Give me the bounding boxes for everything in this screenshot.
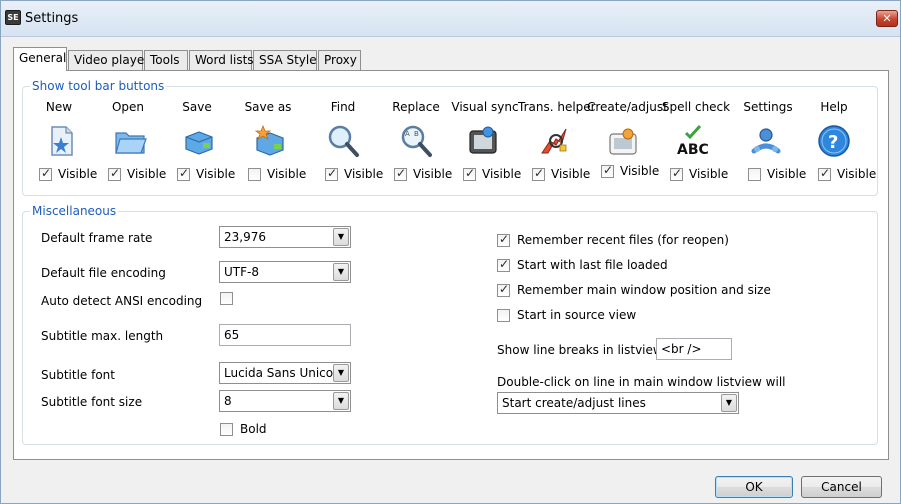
visible-checkbox[interactable] — [818, 166, 831, 181]
general-tab-panel: Show tool bar buttons New Visible Open — [13, 70, 889, 460]
create-adjust-icon — [609, 128, 637, 155]
tab-video-player[interactable]: Video player — [68, 50, 149, 70]
subtitle-font-label: Subtitle font — [41, 368, 115, 382]
auto-detect-checkbox[interactable] — [220, 292, 233, 305]
toolbar-label-new: New — [45, 100, 73, 114]
toolbar-item-new: New Visible — [23, 87, 99, 197]
toolbar-item-save-as: Save as Visible — [230, 87, 306, 197]
source-view-checkbox[interactable] — [497, 309, 510, 322]
cancel-button[interactable]: Cancel — [801, 476, 882, 498]
double-click-label: Double-click on line in main window list… — [497, 375, 786, 389]
visible-checkbox[interactable] — [748, 168, 761, 181]
toolbar-item-find: Find Visible — [299, 87, 383, 197]
toolbar-item-trans-helper: Trans. helper Visible — [506, 87, 596, 197]
new-file-icon — [51, 126, 73, 156]
tab-general[interactable]: General — [13, 47, 67, 71]
line-breaks-label: Show line breaks in listview as — [497, 343, 681, 357]
open-folder-icon — [115, 132, 147, 154]
file-encoding-value: UTF-8 — [224, 265, 259, 279]
tab-ssa-style[interactable]: SSA Style — [253, 50, 317, 70]
spell-check-icon: ABC — [677, 124, 709, 158]
line-breaks-input[interactable]: <br /> — [656, 338, 732, 360]
font-size-value: 8 — [224, 394, 232, 408]
toolbar-label-open: Open — [111, 100, 145, 114]
toolbar-item-create-adjust: Create/adjust Visible — [575, 87, 668, 197]
toolbar-label-save: Save — [182, 100, 212, 114]
svg-text:B: B — [414, 130, 419, 138]
start-last-label: Start with last file loaded — [517, 258, 668, 272]
tab-tools[interactable]: Tools — [144, 50, 188, 70]
bold-label: Bold — [240, 422, 267, 436]
chevron-down-icon[interactable]: ▼ — [721, 394, 737, 412]
start-last-checkbox[interactable] — [497, 257, 510, 272]
remember-recent-label: Remember recent files (for reopen) — [517, 233, 729, 247]
frame-rate-label: Default frame rate — [41, 231, 153, 245]
settings-icon — [751, 128, 781, 154]
remember-position-checkbox[interactable] — [497, 282, 510, 297]
magnifier-icon — [328, 125, 359, 157]
chevron-down-icon[interactable]: ▼ — [333, 364, 349, 382]
visible-checkbox[interactable] — [463, 166, 476, 181]
visible-checkbox[interactable] — [325, 166, 338, 181]
tab-proxy[interactable]: Proxy — [318, 50, 361, 70]
save-as-icon — [254, 124, 284, 156]
file-encoding-dropdown[interactable]: UTF-8 ▼ — [219, 261, 351, 283]
visible-checkbox[interactable] — [532, 166, 545, 181]
frame-rate-value: 23,976 — [224, 230, 266, 244]
toolbar-buttons-group: Show tool bar buttons New Visible Open — [22, 79, 878, 197]
chevron-down-icon[interactable]: ▼ — [333, 392, 349, 410]
font-size-label: Subtitle font size — [41, 395, 143, 409]
miscellaneous-group: Miscellaneous Default frame rate 23,976 … — [22, 204, 878, 445]
chevron-down-icon[interactable]: ▼ — [333, 263, 349, 281]
app-icon: SE — [5, 10, 21, 25]
title-bar[interactable]: SE Settings ✕ — [1, 1, 900, 37]
frame-rate-dropdown[interactable]: 23,976 ▼ — [219, 226, 351, 248]
toolbar-label-help: Help — [820, 100, 848, 114]
bold-checkbox[interactable] — [220, 423, 233, 436]
misc-group-title: Miscellaneous — [30, 204, 119, 218]
help-icon: ? — [818, 125, 850, 157]
visible-checkbox[interactable] — [601, 163, 614, 178]
toolbar-label-save-as: Save as — [244, 100, 292, 114]
toolbar-item-save: Save Visible — [161, 87, 237, 197]
visible-checkbox[interactable] — [108, 166, 121, 181]
close-button[interactable]: ✕ — [876, 10, 898, 27]
visible-checkbox[interactable] — [177, 166, 190, 181]
max-length-label: Subtitle max. length — [41, 329, 164, 343]
window-title: Settings — [25, 11, 79, 26]
tab-word-lists[interactable]: Word lists — [189, 50, 254, 70]
svg-text:A: A — [405, 130, 410, 138]
toolbar-item-open: Open Visible — [92, 87, 168, 197]
toolbar-item-spell-check: Spell check ABC Visible — [644, 87, 730, 197]
toolbar-item-replace: Replace A B Visible — [368, 87, 452, 197]
ok-button[interactable]: OK — [715, 476, 793, 498]
font-size-dropdown[interactable]: 8 ▼ — [219, 390, 351, 412]
remember-recent-checkbox[interactable] — [497, 232, 510, 247]
spell-check-text: ABC — [677, 142, 709, 158]
toolbar-item-visual-sync: Visual sync Visible — [437, 87, 521, 197]
max-length-input[interactable]: 65 — [219, 324, 351, 346]
translate-helper-icon — [541, 128, 567, 154]
visual-sync-icon — [469, 126, 497, 154]
visible-checkbox[interactable] — [248, 168, 261, 181]
save-icon — [185, 131, 213, 155]
settings-window: SE Settings ✕ General Video player Tools… — [0, 0, 901, 504]
visible-checkbox[interactable] — [394, 166, 407, 181]
visible-checkbox[interactable] — [39, 166, 52, 181]
source-view-label: Start in source view — [517, 308, 637, 322]
remember-position-label: Remember main window position and size — [517, 283, 771, 297]
chevron-down-icon[interactable]: ▼ — [333, 228, 349, 246]
svg-text:?: ? — [828, 132, 838, 153]
file-encoding-label: Default file encoding — [41, 266, 166, 280]
visible-label: Visible — [837, 167, 877, 181]
subtitle-font-value: Lucida Sans Unicode — [224, 366, 349, 380]
double-click-dropdown[interactable]: Start create/adjust lines ▼ — [497, 392, 739, 414]
visible-checkbox[interactable] — [670, 166, 683, 181]
replace-icon: A B — [401, 125, 432, 157]
toolbar-item-help: Help ? Visible — [782, 87, 876, 197]
subtitle-font-dropdown[interactable]: Lucida Sans Unicode ▼ — [219, 362, 351, 384]
toolbar-item-settings: Settings Visible — [713, 87, 806, 197]
double-click-value: Start create/adjust lines — [502, 396, 646, 410]
auto-detect-label: Auto detect ANSI encoding — [41, 294, 203, 308]
